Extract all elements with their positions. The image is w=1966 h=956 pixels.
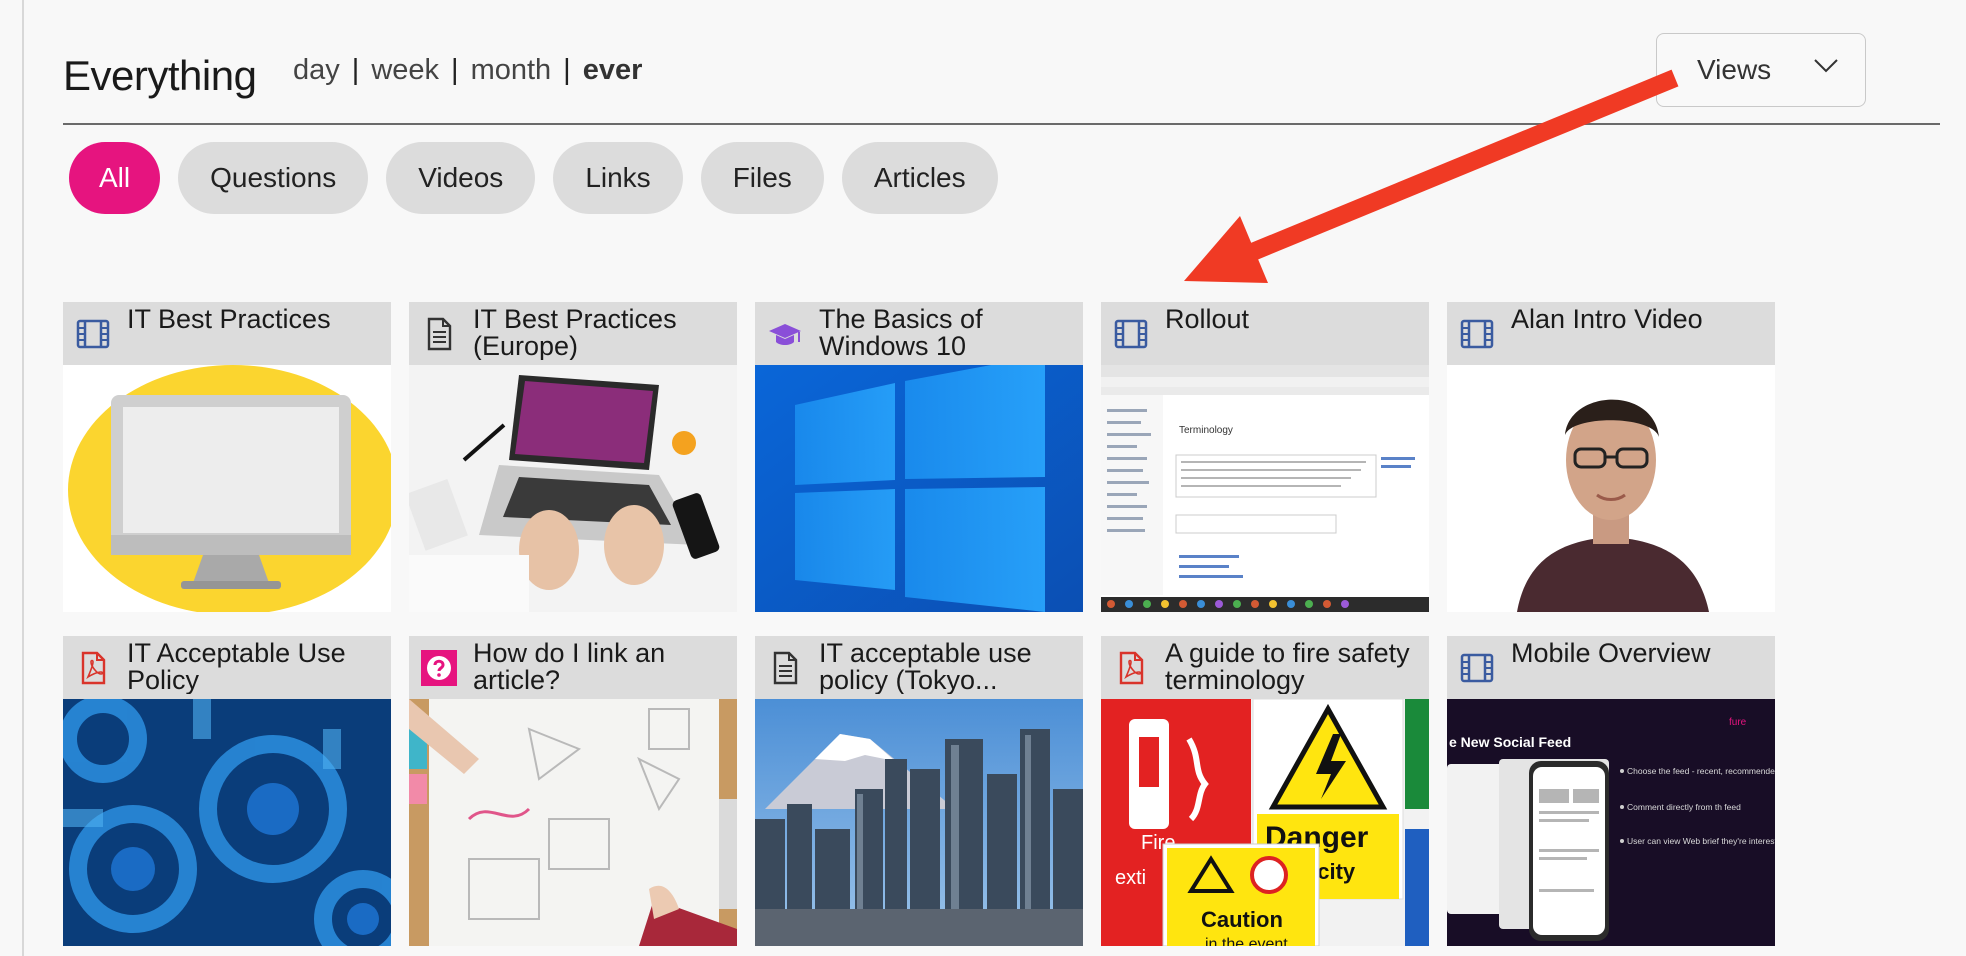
card-header: Rollout — [1101, 302, 1429, 365]
card-title: Mobile Overview — [1511, 640, 1711, 667]
content-card[interactable]: The Basics of Windows 10 — [755, 302, 1083, 612]
tokyo-skyline-photo — [755, 699, 1083, 946]
card-header: How do I link an article? — [409, 636, 737, 699]
gears-image — [63, 699, 391, 946]
screenshot-heading: Terminology — [1179, 425, 1233, 436]
card-title: Rollout — [1165, 306, 1250, 333]
content-card[interactable]: IT acceptable use policy (Tokyo... — [755, 636, 1083, 946]
sort-select[interactable]: Views — [1656, 33, 1866, 107]
card-title: The Basics of Windows 10 — [819, 306, 983, 360]
question-icon — [421, 650, 457, 686]
sign-caution-text: Caution — [1201, 907, 1283, 932]
left-border — [22, 0, 24, 956]
document-icon — [773, 651, 798, 685]
presenter-photo — [1447, 365, 1775, 612]
video-icon — [1114, 319, 1148, 349]
period-month[interactable]: month — [471, 54, 552, 86]
filter-files[interactable]: Files — [700, 142, 824, 214]
content-card[interactable]: Mobile Overview e New Social Feed fure C… — [1447, 636, 1775, 946]
video-icon — [1460, 319, 1494, 349]
period-day[interactable]: day — [293, 54, 340, 86]
pdf-icon — [81, 651, 106, 685]
card-header: IT Best Practices — [63, 302, 391, 365]
card-title: Alan Intro Video — [1511, 306, 1703, 333]
filter-questions[interactable]: Questions — [178, 142, 369, 214]
card-header: The Basics of Windows 10 — [755, 302, 1083, 365]
slide-bullet-1: Choose the feed - recent, recommended or… — [1627, 766, 1775, 776]
card-header: IT acceptable use policy (Tokyo... — [755, 636, 1083, 699]
new-social-feed-slide: e New Social Feed fure Choose the feed -… — [1447, 699, 1775, 946]
period-selector: day | week | month | ever — [293, 54, 643, 86]
chevron-down-icon — [1814, 59, 1838, 73]
period-ever[interactable]: ever — [583, 54, 643, 86]
slide-heading: e New Social Feed — [1449, 734, 1571, 750]
pdf-icon — [1119, 651, 1144, 685]
sort-select-value: Views — [1697, 54, 1772, 85]
card-title: A guide to fire safety terminology — [1165, 640, 1410, 694]
content-card[interactable]: IT Best Practices (Europe) — [409, 302, 737, 612]
filter-all[interactable]: All — [69, 142, 161, 214]
windows-logo-photo — [755, 365, 1083, 612]
content-card[interactable]: A guide to fire safety terminology Fire … — [1101, 636, 1429, 946]
filter-bar: All Questions Videos Links Files Article… — [69, 142, 998, 214]
card-title: How do I link an article? — [473, 640, 666, 694]
period-week[interactable]: week — [371, 54, 439, 86]
content-card[interactable]: How do I link an article? — [409, 636, 737, 946]
content-card[interactable]: Rollout Terminology — [1101, 302, 1429, 612]
sign-event-text: in the event — [1205, 936, 1288, 946]
content-card[interactable]: IT Acceptable Use Policy — [63, 636, 391, 946]
video-icon — [76, 319, 110, 349]
laptop-typing-photo — [409, 365, 737, 612]
card-header: Alan Intro Video — [1447, 302, 1775, 365]
graduation-cap-icon — [769, 324, 801, 345]
card-header: IT Acceptable Use Policy — [63, 636, 391, 699]
card-header: IT Best Practices (Europe) — [409, 302, 737, 365]
header-divider — [63, 123, 1940, 125]
safety-signs-photo: Fire exti exti Danger ctricity Caution i… — [1101, 699, 1429, 946]
page-title: Everything — [63, 52, 257, 99]
content-card[interactable]: IT Best Practices — [63, 302, 391, 612]
card-title: IT Best Practices — [127, 306, 331, 333]
filter-links[interactable]: Links — [553, 142, 683, 214]
filter-videos[interactable]: Videos — [386, 142, 536, 214]
card-header: A guide to fire safety terminology — [1101, 636, 1429, 699]
video-icon — [1460, 653, 1494, 683]
slide-bullet-2: Comment directly from th feed — [1627, 802, 1741, 812]
document-icon — [427, 317, 452, 351]
content-card[interactable]: Alan Intro Video — [1447, 302, 1775, 612]
slide-bullet-3: User can view Web brief they're interest… — [1627, 836, 1775, 846]
card-title: IT Best Practices (Europe) — [473, 306, 677, 360]
webpage-screenshot: Terminology — [1101, 365, 1429, 612]
card-title: IT Acceptable Use Policy — [127, 640, 346, 694]
svg-text:exti: exti — [1115, 867, 1146, 889]
slide-brand: fure — [1729, 717, 1747, 728]
card-header: Mobile Overview — [1447, 636, 1775, 699]
card-title: IT acceptable use policy (Tokyo... — [819, 640, 1032, 694]
drawing-desk-photo — [409, 699, 737, 946]
monitor-illustration — [63, 365, 391, 612]
filter-articles[interactable]: Articles — [841, 142, 998, 214]
